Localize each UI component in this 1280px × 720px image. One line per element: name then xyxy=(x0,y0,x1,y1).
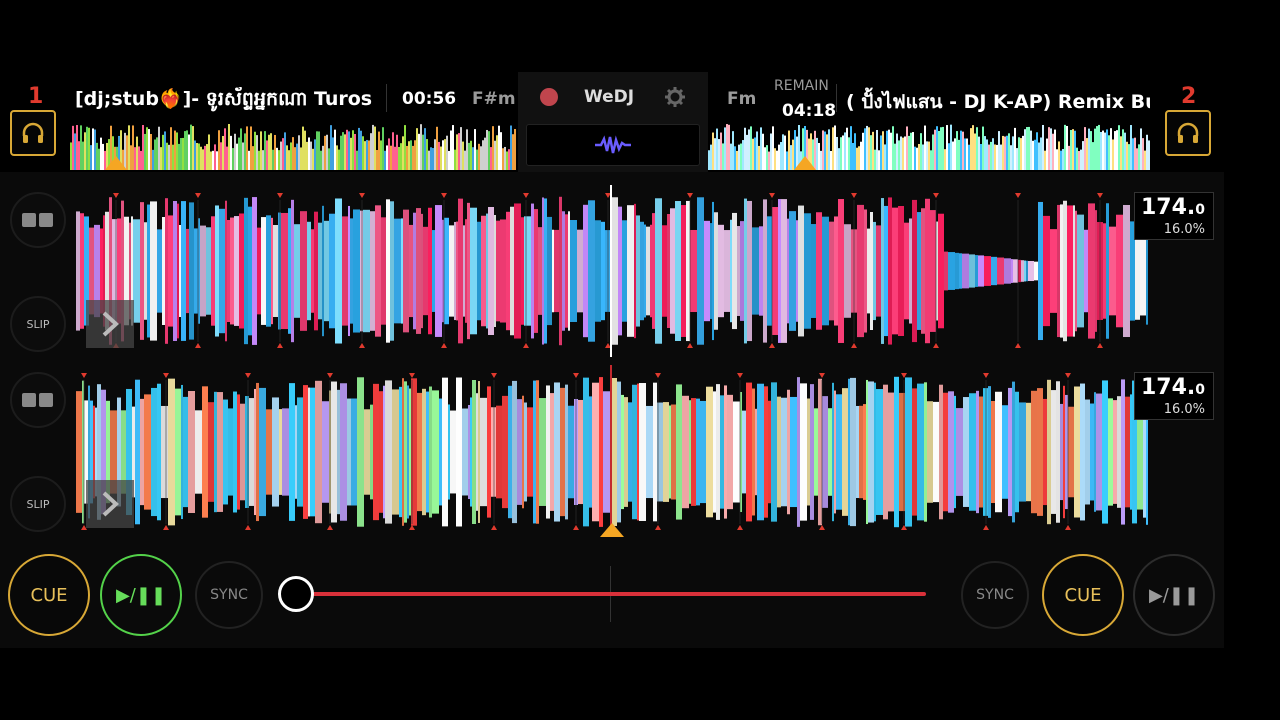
deck2-number: 2 xyxy=(1181,84,1197,109)
deck1-expand-button[interactable] xyxy=(86,300,134,348)
deck2-cue-button[interactable]: CUE xyxy=(1042,554,1124,636)
chevron-right-icon xyxy=(102,311,119,337)
deck1-overview-waveform[interactable] xyxy=(70,124,516,170)
deck1-sync-button[interactable]: SYNC xyxy=(195,561,263,629)
overview-graphic xyxy=(708,124,1150,170)
deck2-slip-button[interactable]: SLIP xyxy=(10,476,66,532)
headphones-icon xyxy=(22,122,44,143)
crossfader-knob[interactable] xyxy=(278,576,314,612)
deck2-bpm-display[interactable]: 174.0 16.0% xyxy=(1134,372,1214,420)
deck1-bpm-value: 174. xyxy=(1140,195,1196,220)
deck2-overview-waveform[interactable] xyxy=(708,124,1150,170)
deck2-header-divider xyxy=(836,84,837,112)
deck2-remaining-time: 04:18 xyxy=(782,101,837,121)
deck2-remain-label: REMAIN xyxy=(774,78,829,94)
pads-icon xyxy=(22,213,53,227)
chevron-right-icon xyxy=(102,491,119,517)
deck2-track-title: ( ปั้งไฟแสน - DJ K-AP) Remix Bu xyxy=(846,91,1150,113)
deck1-cue-button[interactable]: CUE xyxy=(8,554,90,636)
deck1-bpm-display[interactable]: 174.0 16.0% xyxy=(1134,192,1214,240)
waveform-graphic xyxy=(76,193,1148,348)
deck2-sync-button[interactable]: SYNC xyxy=(961,561,1029,629)
deck2-waveform[interactable] xyxy=(76,372,1148,532)
overview-graphic xyxy=(70,124,516,170)
headphones-icon xyxy=(1177,122,1199,143)
deck1-number: 1 xyxy=(28,84,44,109)
deck1-key: F#m xyxy=(472,89,516,109)
deck2-key: Fm xyxy=(727,89,757,109)
deck2-play-pause-button[interactable]: ▶/❚❚ xyxy=(1133,554,1215,636)
deck1-playhead xyxy=(610,185,612,357)
deck1-play-pause-button[interactable]: ▶/❚❚ xyxy=(100,554,182,636)
wedj-app: 1 [dj;stub❤️‍🔥]- ទូរស័ព្ទអ្នកណា Turos 00… xyxy=(0,72,1224,648)
crossfader-track[interactable] xyxy=(296,592,926,596)
waveform-view-button[interactable] xyxy=(526,124,700,166)
deck1-loop-pads-button[interactable] xyxy=(10,192,66,248)
deck1-header-divider xyxy=(386,84,387,112)
deck2-bpm-value: 174. xyxy=(1140,375,1196,400)
deck2-playhead xyxy=(610,365,612,535)
top-bar: 1 [dj;stub❤️‍🔥]- ទូរស័ព្ទអ្នកណា Turos 00… xyxy=(0,72,1224,172)
deck2-loop-pads-button[interactable] xyxy=(10,372,66,428)
app-logo: WeDJ xyxy=(584,87,635,107)
center-panel: WeDJ xyxy=(518,72,708,172)
deck1-waveform[interactable] xyxy=(76,192,1148,350)
waveform-icon xyxy=(595,135,631,154)
deck2-expand-button[interactable] xyxy=(86,480,134,528)
pads-icon xyxy=(22,393,53,407)
deck1-bpm-decimal: 0 xyxy=(1195,202,1205,218)
deck2-pitch-percent: 16.0% xyxy=(1163,402,1205,417)
gear-icon[interactable] xyxy=(665,87,685,107)
deck1-track-title: [dj;stub❤️‍🔥]- ទូរស័ព្ទអ្នកណា Turos xyxy=(75,88,373,110)
deck2-headphone-cue-button[interactable] xyxy=(1165,110,1211,156)
deck2-cue-point-marker xyxy=(600,523,624,537)
deck2-bpm-decimal: 0 xyxy=(1195,382,1205,398)
deck1-elapsed-time: 00:56 xyxy=(402,89,457,109)
deck1-slip-button[interactable]: SLIP xyxy=(10,296,66,352)
record-icon[interactable] xyxy=(540,88,558,106)
waveform-graphic xyxy=(76,373,1148,530)
deck1-pitch-percent: 16.0% xyxy=(1163,222,1205,237)
deck1-headphone-cue-button[interactable] xyxy=(10,110,56,156)
